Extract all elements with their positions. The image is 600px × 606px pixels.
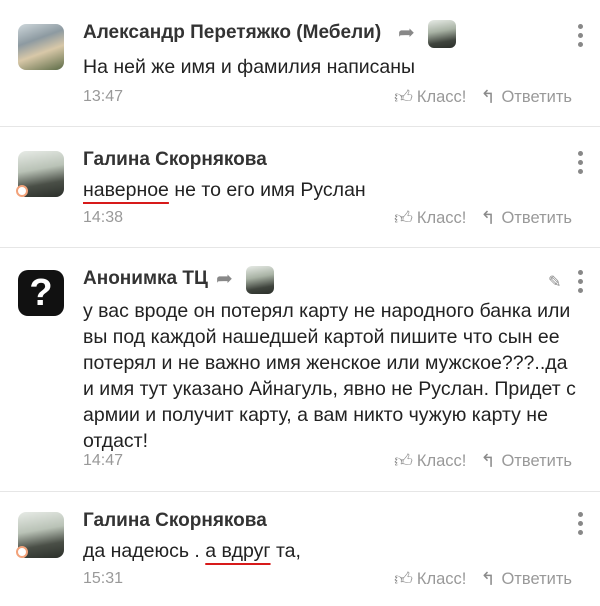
like-button[interactable]: 👍︎ Класс! xyxy=(394,450,466,472)
like-label: Класс! xyxy=(416,208,467,227)
like-button[interactable]: 👍︎ Класс! xyxy=(394,568,466,590)
more-vertical-icon[interactable] xyxy=(578,24,584,47)
comment-text: наверное не то его имя Руслан xyxy=(83,177,580,203)
thumbs-up-icon: 👍︎ xyxy=(394,87,413,107)
reply-arrow-icon: ↰ xyxy=(480,450,496,471)
like-label: Класс! xyxy=(416,451,467,470)
author-name[interactable]: Галина Скорнякова xyxy=(83,510,267,532)
reply-to-avatar[interactable] xyxy=(246,266,274,294)
thumbs-up-icon: 👍︎ xyxy=(394,208,413,228)
like-label: Класс! xyxy=(416,87,467,106)
comment: Галина Скорнякова да надеюсь . а вдруг т… xyxy=(0,492,600,606)
pencil-icon[interactable]: ✎ xyxy=(548,272,561,292)
reply-label: Ответить xyxy=(501,208,572,227)
reply-button[interactable]: ↰ Ответить xyxy=(480,208,572,229)
underlined-word: а вдруг xyxy=(205,540,271,562)
forward-arrow-icon: ➦ xyxy=(398,22,415,44)
more-vertical-icon[interactable] xyxy=(578,512,584,535)
avatar[interactable] xyxy=(18,24,64,70)
author-name[interactable]: Анонимка ТЦ xyxy=(83,268,208,290)
comment-text: у вас вроде он потерял карту не народног… xyxy=(83,300,576,452)
question-mark-icon: ? xyxy=(29,272,53,314)
forward-arrow-icon: ➦ xyxy=(216,268,233,290)
reply-button[interactable]: ↰ Ответить xyxy=(480,569,572,590)
underlined-word: наверное xyxy=(83,179,169,201)
reply-arrow-icon: ↰ xyxy=(480,86,496,107)
reply-label: Ответить xyxy=(501,87,572,106)
thumbs-up-icon: 👍︎ xyxy=(394,451,413,471)
reply-button[interactable]: ↰ Ответить xyxy=(480,451,572,472)
reply-label: Ответить xyxy=(501,569,572,588)
thumbs-up-icon: 👍︎ xyxy=(394,569,413,589)
comment: Александр Перетяжко (Мебели) ➦ На ней же… xyxy=(0,0,600,127)
comment-text: На ней же имя и фамилия написаны xyxy=(83,56,416,78)
author-name[interactable]: Александр Перетяжко (Мебели) xyxy=(83,22,381,44)
comment-text-rest: та, xyxy=(270,540,301,562)
comment: ? Анонимка ТЦ ➦ ✎ у вас вроде он потерял… xyxy=(0,248,600,492)
reply-arrow-icon: ↰ xyxy=(480,207,496,228)
more-vertical-icon[interactable] xyxy=(578,151,584,174)
reply-button[interactable]: ↰ Ответить xyxy=(480,87,572,108)
comment-time: 14:47 xyxy=(83,452,124,469)
reply-to-avatar[interactable] xyxy=(428,20,456,48)
reply-arrow-icon: ↰ xyxy=(480,568,496,589)
comment-text: да надеюсь . а вдруг та, xyxy=(83,538,580,564)
reply-label: Ответить xyxy=(501,451,572,470)
comment-time: 13:47 xyxy=(83,88,124,105)
comment-text-rest: не то его имя Руслан xyxy=(168,179,366,201)
like-button[interactable]: 👍︎ Класс! xyxy=(394,86,466,108)
online-status-indicator xyxy=(16,185,28,197)
more-vertical-icon[interactable] xyxy=(578,270,584,293)
comment-text-start: да надеюсь . xyxy=(83,540,206,562)
comment-time: 14:38 xyxy=(83,209,124,226)
comment: Галина Скорнякова наверное не то его имя… xyxy=(0,127,600,248)
like-label: Класс! xyxy=(416,569,467,588)
comment-time: 15:31 xyxy=(83,570,124,587)
like-button[interactable]: 👍︎ Класс! xyxy=(394,207,466,229)
online-status-indicator xyxy=(16,546,28,558)
avatar[interactable]: ? xyxy=(18,270,64,316)
author-name[interactable]: Галина Скорнякова xyxy=(83,149,267,171)
